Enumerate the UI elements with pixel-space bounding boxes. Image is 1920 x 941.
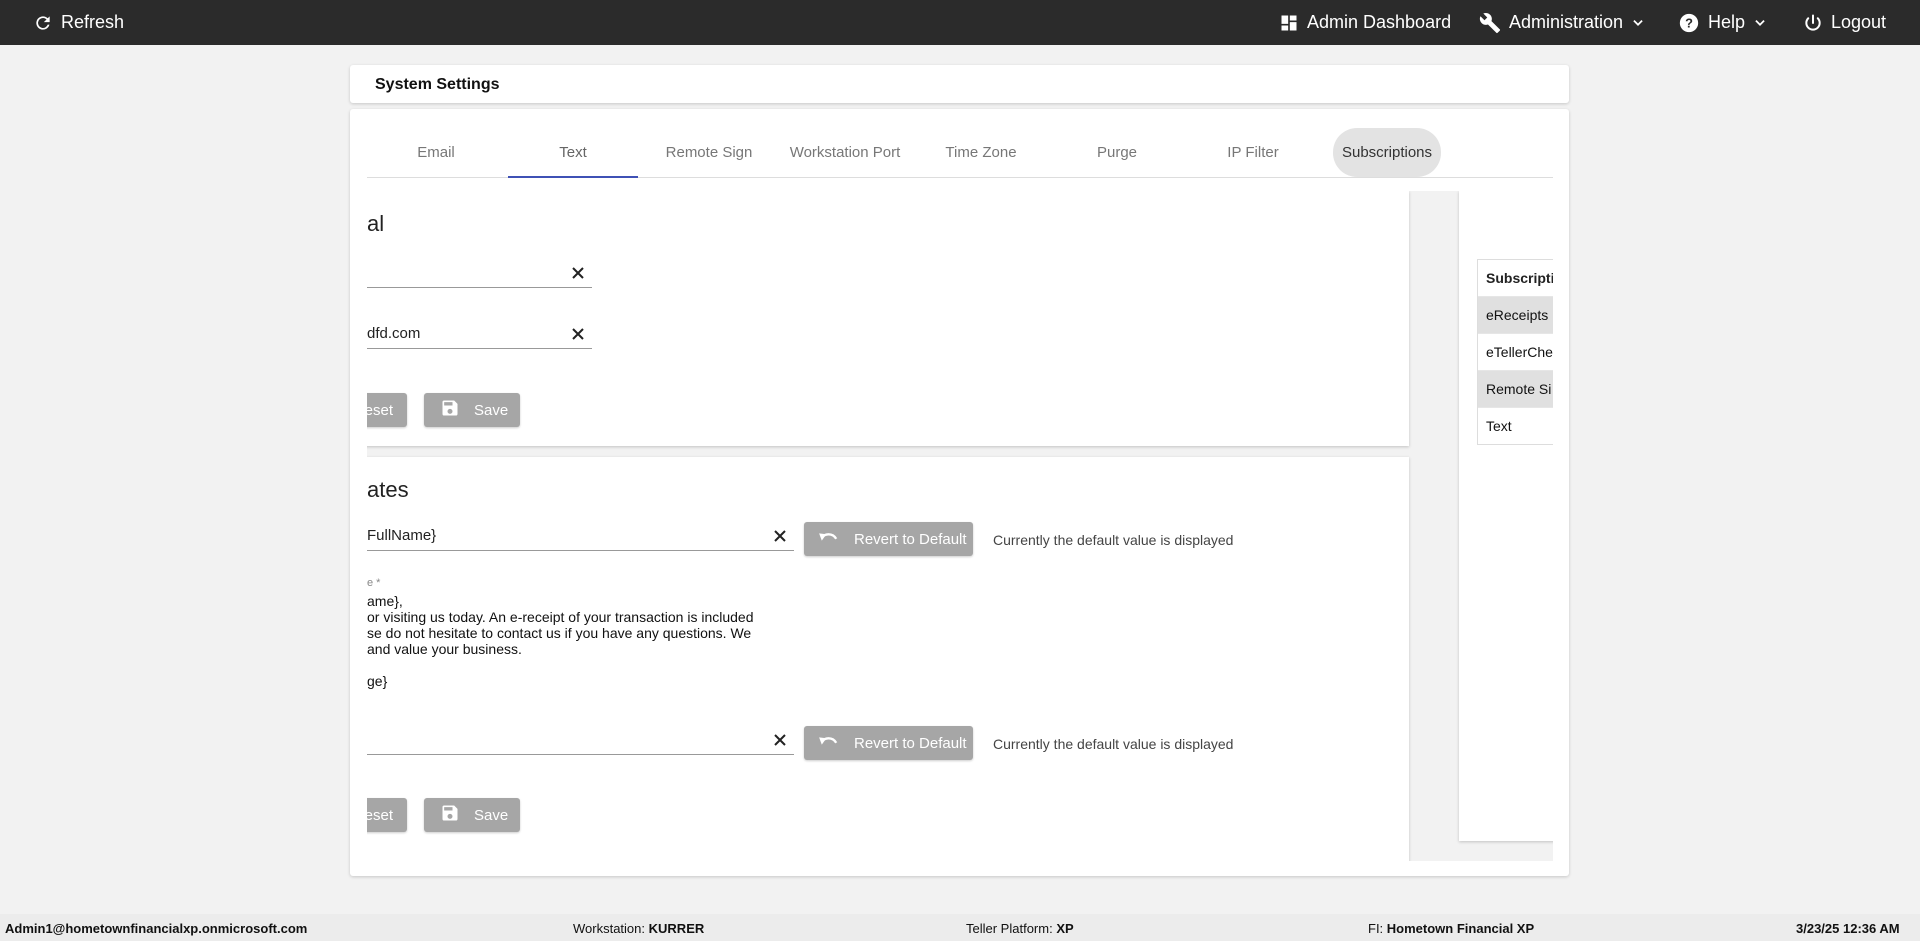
chevron-down-icon: [1753, 16, 1767, 30]
save-icon: [440, 803, 460, 827]
message-label: e *: [367, 577, 381, 589]
admin-dashboard-link[interactable]: Admin Dashboard: [1279, 0, 1451, 45]
workstation-info: Workstation: KURRER: [573, 921, 705, 936]
tab-time-zone[interactable]: Time Zone: [916, 128, 1046, 177]
message-line: se do not hesitate to contact us if you …: [367, 625, 752, 641]
message-line: ge}: [367, 673, 388, 689]
logout-button[interactable]: Logout: [1803, 0, 1886, 45]
tab-email[interactable]: Email: [371, 128, 501, 177]
table-row[interactable]: Remote Si: [1478, 370, 1553, 407]
message-line: ame},: [367, 593, 403, 609]
logout-label: Logout: [1831, 12, 1887, 32]
undo-icon: [818, 528, 840, 550]
top-navbar: Refresh Admin Dashboard Administration ?…: [0, 0, 1920, 45]
default-value-note: Currently the default value is displayed: [993, 532, 1234, 548]
undo-icon: [818, 732, 840, 754]
tab-purge[interactable]: Purge: [1052, 128, 1182, 177]
panel-heading: ates: [367, 477, 409, 502]
template-field-3[interactable]: [367, 724, 794, 755]
tab-content: al dfd.com eset Save ates FullName} Reve…: [367, 191, 1553, 861]
general-field-2[interactable]: dfd.com: [367, 318, 592, 349]
administration-label: Administration: [1509, 12, 1624, 32]
table-row[interactable]: eTellerChe: [1478, 333, 1553, 370]
svg-text:?: ?: [1685, 15, 1693, 30]
message-line: or visiting us today. An e-receipt of yo…: [367, 609, 754, 625]
general-settings-panel: al dfd.com eset Save: [367, 191, 1409, 446]
wrench-icon: [1479, 12, 1501, 34]
close-icon[interactable]: [570, 265, 586, 281]
general-field-1[interactable]: [367, 257, 592, 288]
save-button[interactable]: Save: [424, 798, 520, 832]
revert-to-default-button[interactable]: Revert to Default: [804, 522, 973, 556]
subscriptions-panel: Subscripti eReceipts eTellerChe Remote S…: [1459, 191, 1553, 841]
status-bar: Admin1@hometownfinancialxp.onmicrosoft.c…: [0, 914, 1920, 941]
tab-workstation-port[interactable]: Workstation Port: [780, 128, 910, 177]
subject-field[interactable]: FullName}: [367, 520, 794, 551]
field-value: dfd.com: [367, 325, 421, 342]
table-row[interactable]: Text: [1478, 407, 1553, 444]
settings-tabs: Email Text Remote Sign Workstation Port …: [367, 128, 1553, 178]
help-label: Help: [1708, 12, 1746, 32]
current-user: Admin1@hometownfinancialxp.onmicrosoft.c…: [5, 921, 308, 936]
page-title: System Settings: [375, 76, 500, 93]
revert-label: Revert to Default: [854, 734, 967, 752]
revert-label: Revert to Default: [854, 530, 967, 548]
help-menu[interactable]: ? Help: [1678, 0, 1767, 45]
datetime: 3/23/25 12:36 AM: [1796, 921, 1900, 936]
close-icon[interactable]: [772, 528, 788, 544]
subscriptions-table: Subscripti eReceipts eTellerChe Remote S…: [1477, 259, 1553, 445]
dashboard-icon: [1279, 13, 1299, 33]
reset-button[interactable]: eset: [367, 798, 407, 832]
text-templates-panel: ates FullName} Revert to Default Current…: [367, 457, 1409, 861]
revert-to-default-button[interactable]: Revert to Default: [804, 726, 973, 760]
platform-info: Teller Platform: XP: [966, 921, 1074, 936]
tab-text[interactable]: Text: [508, 128, 638, 178]
chevron-down-icon: [1631, 16, 1645, 30]
field-value: FullName}: [367, 527, 437, 544]
settings-card: Email Text Remote Sign Workstation Port …: [350, 109, 1569, 876]
reset-label: eset: [367, 806, 393, 824]
administration-menu[interactable]: Administration: [1479, 0, 1645, 45]
refresh-label: Refresh: [61, 12, 125, 32]
refresh-icon: [33, 13, 53, 33]
default-value-note: Currently the default value is displayed: [993, 736, 1234, 752]
save-label: Save: [474, 401, 509, 419]
close-icon[interactable]: [772, 732, 788, 748]
fi-info: FI: Hometown Financial XP: [1368, 921, 1535, 936]
save-icon: [440, 398, 460, 422]
admin-dashboard-label: Admin Dashboard: [1307, 12, 1452, 32]
save-label: Save: [474, 806, 509, 824]
page-title-card: System Settings: [350, 65, 1569, 103]
close-icon[interactable]: [570, 326, 586, 342]
refresh-button[interactable]: Refresh: [33, 0, 124, 45]
reset-button[interactable]: eset: [367, 393, 407, 427]
message-line: and value your business.: [367, 641, 522, 657]
panel-heading: al: [367, 211, 385, 236]
tab-remote-sign[interactable]: Remote Sign: [644, 128, 774, 177]
tab-ip-filter[interactable]: IP Filter: [1188, 128, 1318, 177]
reset-label: eset: [367, 401, 393, 419]
power-icon: [1803, 13, 1823, 33]
help-icon: ?: [1678, 12, 1700, 34]
table-header: Subscripti: [1486, 270, 1553, 286]
tab-subscriptions[interactable]: Subscriptions: [1333, 128, 1441, 177]
save-button[interactable]: Save: [424, 393, 520, 427]
table-row[interactable]: eReceipts: [1478, 296, 1553, 333]
